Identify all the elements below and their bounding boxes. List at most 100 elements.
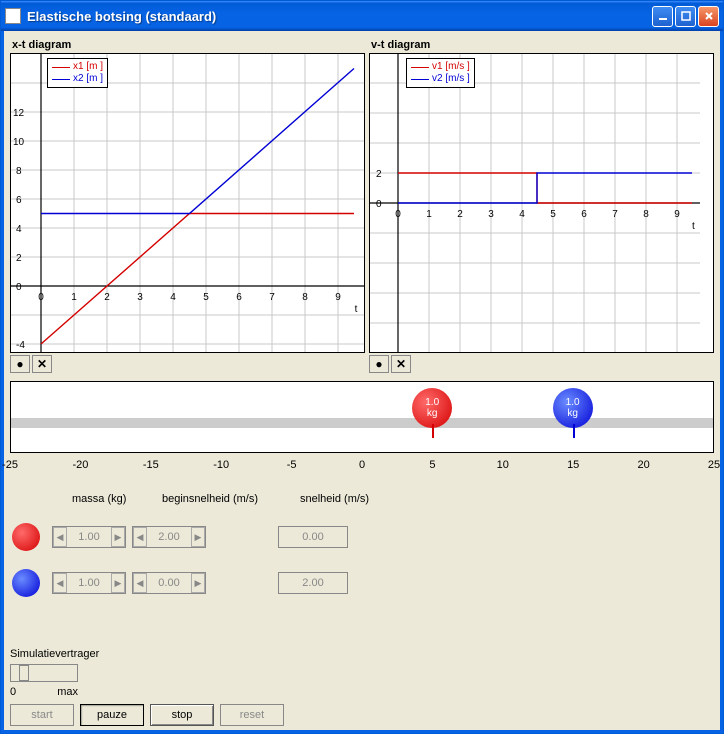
svg-text:0: 0	[16, 282, 22, 293]
blue-v0-input[interactable]	[147, 573, 191, 593]
ruler-label: -15	[143, 459, 159, 471]
svg-text:8: 8	[302, 292, 308, 303]
ruler-label: 10	[497, 459, 509, 471]
vt-tool-dot-icon[interactable]: ●	[369, 355, 389, 373]
arrow-left-icon[interactable]: ◀	[53, 527, 67, 547]
svg-text:1: 1	[426, 209, 432, 220]
slider-min: 0	[10, 686, 16, 698]
ruler-label: 25	[708, 459, 720, 471]
ruler-label: -10	[213, 459, 229, 471]
ruler-label: 5	[429, 459, 435, 471]
arrow-left-icon[interactable]: ◀	[133, 573, 147, 593]
svg-text:1: 1	[71, 292, 77, 303]
arrow-right-icon[interactable]: ▶	[111, 527, 125, 547]
red-v-readout: 0.00	[278, 526, 348, 548]
xt-tool-dot-icon[interactable]: ●	[10, 355, 30, 373]
ruler-label: -20	[72, 459, 88, 471]
header-v: snelheid (m/s)	[300, 493, 369, 505]
red-mass-spinner[interactable]: ◀ ▶	[52, 526, 126, 548]
svg-text:12: 12	[13, 108, 25, 119]
xt-chart-panel: x-t diagram -4 0	[10, 35, 365, 373]
maximize-button[interactable]	[675, 6, 696, 27]
svg-text:t: t	[355, 304, 358, 315]
ball-blue-mass: 1.0	[566, 397, 580, 408]
dot-blue-icon	[12, 569, 40, 597]
svg-text:10: 10	[13, 137, 25, 148]
svg-text:5: 5	[550, 209, 556, 220]
header-v0: beginsnelheid (m/s)	[162, 493, 292, 505]
svg-text:3: 3	[137, 292, 143, 303]
row-blue: ◀ ▶ ◀ ▶ 2.00	[12, 569, 712, 597]
arrow-right-icon[interactable]: ▶	[191, 527, 205, 547]
ball-red[interactable]: 1.0 kg	[412, 388, 452, 428]
pauze-button[interactable]: pauze	[80, 704, 144, 726]
blue-mass-spinner[interactable]: ◀ ▶	[52, 572, 126, 594]
client-area: x-t diagram -4 0	[1, 31, 723, 733]
ball-blue-unit: kg	[567, 408, 578, 419]
arrow-right-icon[interactable]: ▶	[111, 573, 125, 593]
ball-red-mass: 1.0	[425, 397, 439, 408]
blue-v-readout: 2.00	[278, 572, 348, 594]
stop-button[interactable]: stop	[150, 704, 214, 726]
svg-text:8: 8	[16, 166, 22, 177]
close-button[interactable]	[698, 6, 719, 27]
titlebar[interactable]: Elastische botsing (standaard)	[1, 1, 723, 31]
dot-red-icon	[12, 523, 40, 551]
red-v0-spinner[interactable]: ◀ ▶	[132, 526, 206, 548]
ruler-label: 20	[637, 459, 649, 471]
xt-tool-x-icon[interactable]: ✕	[32, 355, 52, 373]
header-mass: massa (kg)	[72, 493, 154, 505]
svg-text:0: 0	[376, 199, 382, 210]
arrow-left-icon[interactable]: ◀	[53, 573, 67, 593]
reset-button[interactable]: reset	[220, 704, 284, 726]
app-icon	[5, 8, 21, 24]
slider-label: Simulatievertrager	[10, 648, 714, 660]
ball-red-unit: kg	[427, 408, 438, 419]
arrow-right-icon[interactable]: ▶	[191, 573, 205, 593]
blue-v0-spinner[interactable]: ◀ ▶	[132, 572, 206, 594]
ruler-label: -25	[2, 459, 18, 471]
red-v0-input[interactable]	[147, 527, 191, 547]
svg-text:6: 6	[236, 292, 242, 303]
red-mass-input[interactable]	[67, 527, 111, 547]
svg-text:5: 5	[203, 292, 209, 303]
svg-text:7: 7	[612, 209, 618, 220]
svg-text:t: t	[692, 221, 695, 232]
vt-legend: v1 [m/s ] v2 [m/s ]	[406, 58, 475, 88]
svg-text:4: 4	[519, 209, 525, 220]
xt-chart[interactable]: -4 0 2 4 6 8 10 12 0123456789 t	[11, 54, 364, 352]
blue-mass-input[interactable]	[67, 573, 111, 593]
window-title: Elastische botsing (standaard)	[27, 9, 652, 24]
ruler-label: 15	[567, 459, 579, 471]
sim-track: 1.0 kg 1.0 kg	[10, 381, 714, 453]
slider-max: max	[57, 686, 78, 698]
vt-chart[interactable]: 02 0123456789 t	[370, 54, 700, 352]
slider-thumb[interactable]	[19, 665, 29, 681]
delay-slider[interactable]	[10, 664, 78, 682]
svg-text:3: 3	[488, 209, 494, 220]
svg-text:9: 9	[335, 292, 341, 303]
start-button[interactable]: start	[10, 704, 74, 726]
svg-text:9: 9	[674, 209, 680, 220]
vt-tool-x-icon[interactable]: ✕	[391, 355, 411, 373]
minimize-button[interactable]	[652, 6, 673, 27]
vt-chart-panel: v-t diagram 02 0123456789 t	[369, 35, 714, 373]
ruler-label: 0	[359, 459, 365, 471]
app-window: Elastische botsing (standaard) x-t diagr…	[0, 0, 724, 734]
svg-text:4: 4	[170, 292, 176, 303]
svg-text:7: 7	[269, 292, 275, 303]
svg-text:2: 2	[104, 292, 110, 303]
track-ruler: -25-20-15-10-50510152025	[10, 459, 714, 483]
svg-text:0: 0	[38, 292, 44, 303]
ball-blue[interactable]: 1.0 kg	[553, 388, 593, 428]
ruler-label: -5	[287, 459, 297, 471]
svg-text:4: 4	[16, 224, 22, 235]
svg-text:2: 2	[16, 253, 22, 264]
svg-text:6: 6	[581, 209, 587, 220]
vt-title: v-t diagram	[371, 39, 714, 51]
svg-text:2: 2	[457, 209, 463, 220]
svg-text:6: 6	[16, 195, 22, 206]
arrow-left-icon[interactable]: ◀	[133, 527, 147, 547]
svg-text:0: 0	[395, 209, 401, 220]
svg-text:8: 8	[643, 209, 649, 220]
